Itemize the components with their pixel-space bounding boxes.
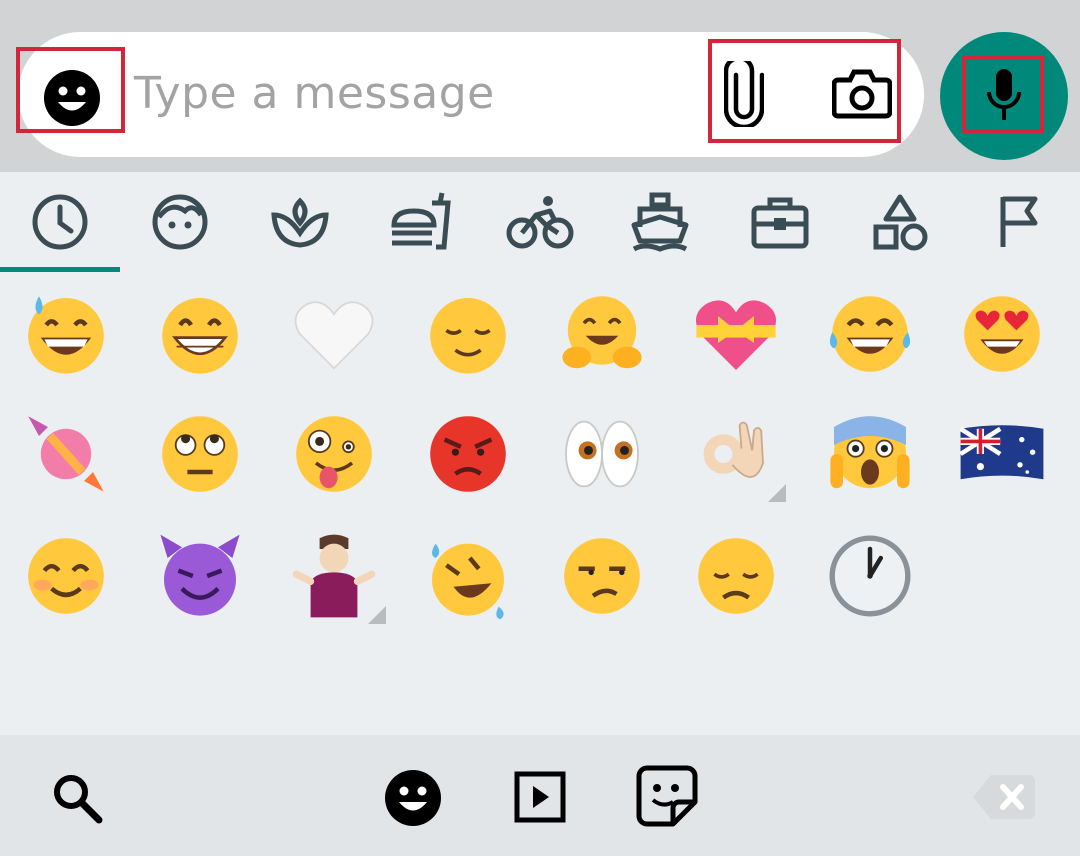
screaming-face-icon [830,416,910,489]
emoji-unamused-face[interactable] [552,526,652,626]
emoji-candy[interactable] [16,404,116,504]
backspace-icon [973,775,1035,819]
emoji-one-oclock[interactable] [820,526,920,626]
pouting-face-icon [430,416,506,492]
objects-icon [751,197,809,249]
skin-tone-variant-indicator-2 [368,606,386,624]
tab-animals-nature[interactable] [240,172,360,272]
emoji-face-with-tears-of-joy[interactable] [820,284,920,384]
flags-icon [1000,196,1038,247]
emoji-white-heart[interactable] [284,284,384,384]
tab-food-drink[interactable] [360,172,480,272]
animals-nature-icon [271,197,329,248]
unamused-face-icon [564,538,640,614]
attachments-highlight [708,39,901,143]
message-placeholder[interactable]: Type a message [134,68,495,119]
disappointed-face-icon [698,538,774,614]
smiling-face-with-horns-icon [160,534,240,616]
gif-play-icon [514,771,566,823]
tab-recent[interactable] [0,172,120,272]
one-oclock-icon [829,535,911,617]
backspace-button[interactable] [966,765,1042,829]
flag-australia-icon [959,425,1044,480]
grinning-face-with-sweat-icon [28,296,104,374]
emoji-face-with-rolling-eyes[interactable] [150,404,250,504]
emoji-smiling-face-with-horns[interactable] [150,526,250,626]
relieved-face-icon [430,298,506,374]
sticker-tab-button[interactable] [632,761,702,831]
hugging-face-icon [562,296,642,369]
heart-eyes-icon [964,296,1040,372]
emoji-tab-button[interactable] [380,765,446,831]
zany-face-icon [296,416,372,492]
candy-icon [28,416,104,492]
emoji-flag-australia[interactable] [952,404,1052,504]
food-drink-icon [391,192,451,250]
heart-with-ribbon-icon [695,300,777,370]
emoji-hugging-face[interactable] [552,284,652,384]
activity-icon [506,196,574,249]
white-heart-icon [294,301,374,370]
emoji-smiling-face-with-smiling-eyes[interactable] [16,526,116,626]
search-button[interactable] [44,765,108,829]
smiley-face-icon-bottom [385,770,441,826]
selected-tab-indicator [0,267,120,272]
emoji-button-highlight [16,47,125,133]
skin-tone-variant-indicator [768,484,786,502]
emoji-eyes[interactable] [552,404,652,504]
travel-places-icon [631,192,689,252]
face-with-tears-of-joy-icon [829,296,911,372]
tab-flags[interactable] [960,172,1080,272]
emoji-beaming-face[interactable] [150,284,250,384]
emoji-heart-with-ribbon[interactable] [686,284,786,384]
tab-smileys-people[interactable] [120,172,240,272]
emoji-face-screaming-in-fear[interactable] [820,404,920,504]
emoji-grinning-face-with-sweat[interactable] [16,284,116,384]
beaming-face-icon [162,298,238,374]
recent-clock-icon [32,194,88,250]
tab-travel-places[interactable] [600,172,720,272]
emoji-rolling-on-the-floor-laughing[interactable] [418,526,518,626]
symbols-icon [873,194,928,251]
rofl-icon [432,543,504,620]
sticker-icon [636,765,698,827]
emoji-zany-face[interactable] [284,404,384,504]
smiling-eyes-icon [28,538,104,614]
emoji-keyboard-bottom-bar [0,735,1080,856]
tab-activity[interactable] [480,172,600,272]
tab-objects[interactable] [720,172,840,272]
emoji-disappointed-face[interactable] [686,526,786,626]
search-icon [54,775,103,824]
rolling-eyes-icon [162,416,238,492]
gif-tab-button[interactable] [508,765,572,829]
composer-bar: Type a message [0,0,1080,172]
tab-symbols[interactable] [840,172,960,272]
smileys-people-icon [152,194,208,250]
emoji-smiling-face-with-heart-eyes[interactable] [952,284,1052,384]
eyes-icon [565,420,639,488]
emoji-relieved-face[interactable] [418,284,518,384]
person-shrugging-icon [292,534,376,618]
mic-highlight [962,56,1044,133]
emoji-category-tabs [0,172,1080,272]
emoji-pouting-face[interactable] [418,404,518,504]
